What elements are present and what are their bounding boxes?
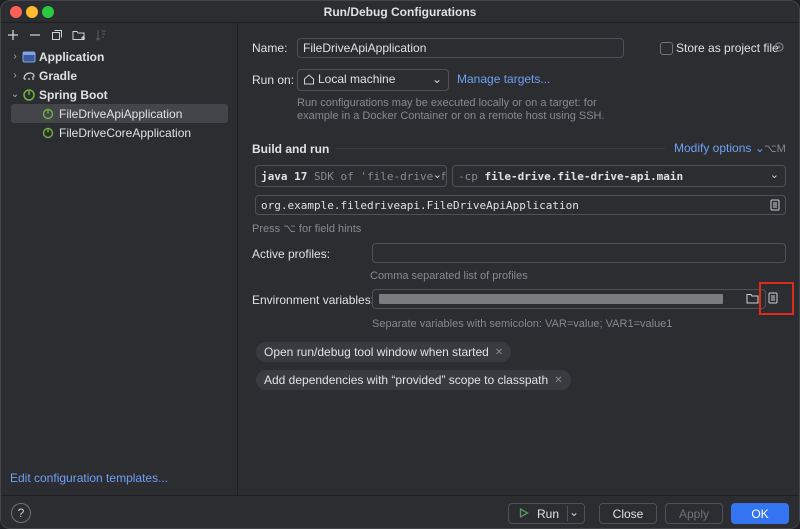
sort-icon[interactable] [93,27,109,43]
help-button[interactable]: ? [11,503,31,523]
active-profiles-label: Active profiles: [252,247,331,261]
tree-item-label: Gradle [39,68,78,83]
home-icon [303,73,315,88]
configuration-editor: Name: FileDriveApiApplication Store as p… [239,23,799,495]
gear-icon[interactable] [772,40,786,57]
java-sdk: SDK of 'file-drive.f [313,170,447,183]
browse-class-icon[interactable] [770,199,780,214]
run-on-label: Run on: [252,73,295,87]
redacted-value [379,294,723,304]
close-icon[interactable]: ✕ [554,375,562,386]
sidebar-toolbar [5,26,109,44]
modify-options-link[interactable]: Modify options ⌄ [674,141,765,155]
new-folder-icon[interactable] [71,27,87,43]
tree-item-label: FileDriveCoreApplication [59,125,192,140]
close-button[interactable]: Close [599,503,657,524]
tree-item-label: Application [39,49,105,64]
section-separator [335,148,665,149]
manage-targets-link[interactable]: Manage targets... [457,72,550,86]
spring-boot-run-icon [41,107,57,121]
chevron-down-icon: ⌄ [432,168,442,181]
tree-item-filedriveapiapplication[interactable]: FileDriveApiApplication [11,104,228,123]
configurations-sidebar: › Application › Gradle ⌄ Spring Boot Fil… [1,23,238,495]
cp-module: file-drive.file-drive-api.main [484,170,684,183]
apply-button[interactable]: Apply [665,503,723,524]
close-icon[interactable]: ✕ [495,347,503,358]
chevron-down-icon[interactable]: ⌄ [9,89,21,100]
modify-options-shortcut: ⌥M [764,143,786,155]
ok-button[interactable]: OK [731,503,789,524]
chevron-right-icon[interactable]: › [9,51,21,62]
name-field[interactable]: FileDriveApiApplication [297,38,624,58]
tree-item-label: FileDriveApiApplication [59,106,183,121]
highlight-box [759,282,794,315]
dialog-footer: ? Run ⌄ Close Apply OK [1,495,799,528]
title-bar: Run/Debug Configurations [1,1,799,23]
run-on-dropdown[interactable]: Local machine ⌄ [297,69,449,91]
tree-item-gradle[interactable]: › Gradle [9,66,229,85]
cp-prefix: -cp [458,170,478,183]
chevron-right-icon[interactable]: › [9,70,21,81]
run-debug-dialog: Run/Debug Configurations › Application ›… [0,0,800,529]
run-button[interactable]: Run ⌄ [508,503,585,524]
java-version: java 17 [261,170,308,183]
chevron-down-icon: ⌄ [769,169,779,181]
environment-variables-hint: Separate variables with semicolon: VAR=v… [372,318,673,330]
split-divider [567,506,568,521]
chevron-down-icon: ⌄ [431,72,442,86]
tree-item-application[interactable]: › Application [9,47,229,66]
build-and-run-title: Build and run [252,142,330,156]
edit-templates-link[interactable]: Edit configuration templates... [10,471,168,485]
main-class-field[interactable]: org.example.filedriveapi.FileDriveApiApp… [255,195,786,215]
chip-label: Add dependencies with “provided” scope t… [264,373,549,387]
folder-icon[interactable] [746,293,759,307]
environment-variables-field[interactable] [372,289,766,309]
classpath-dropdown[interactable]: -cp file-drive.file-drive-api.main ⌄ [452,165,786,187]
play-icon [519,507,529,521]
tree-item-label: Spring Boot [39,87,108,102]
minus-icon[interactable] [27,27,43,43]
window-title: Run/Debug Configurations [323,5,477,19]
tree-item-spring-boot[interactable]: ⌄ Spring Boot [9,85,229,104]
field-hints-text: Press ⌥ for field hints [252,223,362,235]
run-on-hint-line-1: Run configurations may be executed local… [297,97,597,109]
option-chip-open-tool-window[interactable]: Open run/debug tool window when started … [256,342,512,362]
run-label: Run [537,506,560,521]
gradle-icon [21,69,37,83]
environment-variables-label: Environment variables: [252,293,375,307]
store-as-project-file-checkbox[interactable] [660,42,673,55]
run-on-value: Local machine [318,72,396,86]
copy-icon[interactable] [49,27,65,43]
option-chip-provided-scope[interactable]: Add dependencies with “provided” scope t… [256,370,571,390]
modify-options-label: Modify options [674,141,752,155]
jdk-dropdown[interactable]: java 17 SDK of 'file-drive.f ⌄ [255,165,447,187]
tree-item-filedrivecoreapplication[interactable]: FileDriveCoreApplication [11,123,228,142]
application-icon [21,50,37,64]
chevron-down-icon[interactable]: ⌄ [569,505,579,519]
spring-boot-icon [21,88,37,102]
chip-label: Open run/debug tool window when started [264,345,489,359]
active-profiles-hint: Comma separated list of profiles [370,270,528,282]
run-on-hint-line-2: example in a Docker Container or on a re… [297,110,605,122]
main-class-value: org.example.filedriveapi.FileDriveApiApp… [261,199,579,212]
spring-boot-run-icon [41,126,57,140]
active-profiles-field[interactable] [372,243,786,263]
plus-icon[interactable] [5,27,21,43]
store-as-project-file-label: Store as project file [676,41,779,55]
name-label: Name: [252,41,288,55]
